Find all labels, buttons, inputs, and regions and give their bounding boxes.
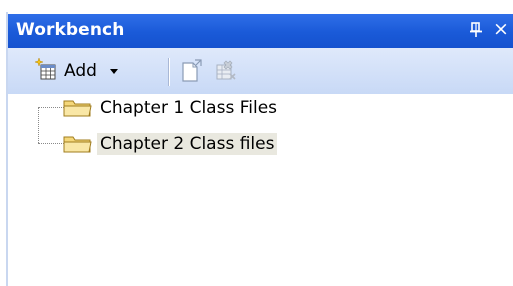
open-document-icon[interactable]: [180, 58, 204, 84]
chevron-down-icon[interactable]: [109, 68, 118, 74]
close-icon[interactable]: ×: [493, 18, 513, 40]
tree-item-selected[interactable]: Chapter 2 Class files: [62, 132, 278, 156]
title-bar: Workbench ×: [8, 14, 513, 48]
tree-connector: [38, 107, 64, 108]
tree-item-label: Chapter 2 Class files: [97, 133, 278, 155]
pin-icon[interactable]: [468, 21, 484, 39]
folder-icon: [62, 133, 94, 155]
add-button-label: Add: [64, 61, 97, 81]
workbench-panel: Workbench × Add Chapter 1 Class Files Ch…: [0, 0, 513, 286]
workbench-tree: Chapter 1 Class Files Chapter 2 Class fi…: [8, 94, 513, 286]
folder-icon: [62, 97, 94, 119]
remove-disabled-icon[interactable]: [214, 58, 238, 84]
tree-item-label: Chapter 1 Class Files: [100, 98, 278, 118]
add-item-icon: [34, 57, 58, 85]
add-button[interactable]: Add: [34, 57, 118, 85]
tree-connector: [38, 107, 39, 143]
toolbar-separator: [168, 58, 170, 86]
toolbar: Add: [8, 48, 513, 94]
tree-connector: [38, 143, 64, 144]
tree-item[interactable]: Chapter 1 Class Files: [62, 96, 280, 120]
panel-title: Workbench: [16, 20, 125, 40]
